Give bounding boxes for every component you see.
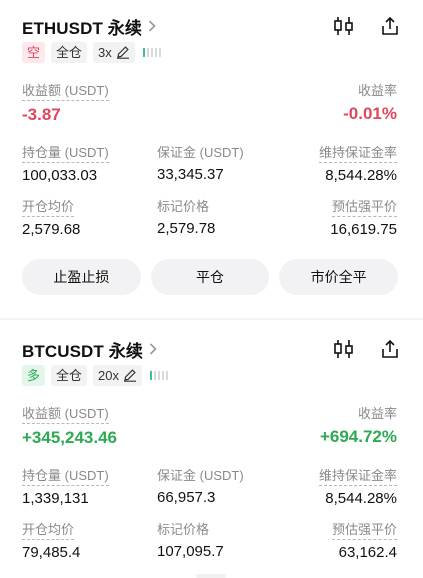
- mark-price-label: 标记价格: [157, 522, 210, 537]
- close-position-button[interactable]: 平仓: [150, 259, 270, 295]
- margin-value: 33,345.37: [157, 166, 224, 183]
- position-card-ethusdt: ETHUSDT 永续 空 全仓 3x 收益额 (USDT) -3.87 收益率 …: [0, 0, 423, 318]
- position-symbol[interactable]: BTCUSDT 永续: [22, 337, 143, 362]
- candlestick-chart-icon[interactable]: [333, 15, 355, 37]
- entry-price-value: 79,485.4: [22, 544, 81, 561]
- leverage-badge[interactable]: 3x: [93, 41, 135, 63]
- position-header: BTCUSDT 永续: [22, 335, 401, 363]
- side-badge: 空: [22, 41, 46, 63]
- market-close-all-button[interactable]: 市价全平: [279, 259, 399, 295]
- entry-price-label[interactable]: 开仓均价: [22, 522, 75, 540]
- risk-level-indicator: [142, 47, 161, 57]
- pnl-label[interactable]: 收益额 (USDT): [22, 83, 109, 101]
- roi-value: +694.72%: [319, 427, 397, 446]
- liq-price-value: 63,162.4: [338, 544, 397, 561]
- position-tags: 多 全仓 20x: [22, 364, 168, 386]
- size-label[interactable]: 持仓量 (USDT): [22, 145, 109, 163]
- liq-price-label[interactable]: 预估强平价: [331, 522, 397, 540]
- margin-mode-badge[interactable]: 全仓: [51, 364, 88, 386]
- margin-value: 66,957.3: [157, 489, 216, 506]
- action-buttons: 止盈止损 平仓 市价全平: [22, 259, 399, 295]
- mmr-value: 8,544.28%: [325, 167, 397, 184]
- edit-pencil-icon: [124, 369, 136, 382]
- candlestick-chart-icon[interactable]: [333, 338, 355, 360]
- margin-label: 保证金 (USDT): [157, 145, 244, 160]
- leverage-value: 20x: [98, 367, 119, 383]
- entry-price-label[interactable]: 开仓均价: [22, 199, 75, 217]
- roi-label: 收益率: [357, 83, 397, 98]
- mark-price-label: 标记价格: [157, 199, 210, 214]
- size-label[interactable]: 持仓量 (USDT): [22, 468, 109, 486]
- risk-level-indicator: [150, 370, 168, 380]
- position-header: ETHUSDT 永续: [22, 12, 401, 40]
- share-icon[interactable]: [379, 15, 401, 37]
- leverage-value: 3x: [98, 44, 112, 60]
- scroll-handle: [196, 574, 226, 578]
- roi-label: 收益率: [357, 406, 397, 421]
- size-value: 100,033.03: [22, 167, 98, 184]
- mmr-value: 8,544.28%: [325, 490, 397, 507]
- position-tags: 空 全仓 3x: [22, 41, 161, 63]
- share-icon[interactable]: [379, 338, 401, 360]
- chevron-right-icon[interactable]: [148, 19, 158, 33]
- liq-price-label[interactable]: 预估强平价: [331, 199, 397, 217]
- mmr-label[interactable]: 维持保证金率: [318, 468, 397, 486]
- margin-label: 保证金 (USDT): [157, 468, 244, 483]
- pnl-value: +345,243.46: [22, 428, 118, 447]
- size-value: 1,339,131: [22, 490, 89, 507]
- chevron-right-icon[interactable]: [149, 342, 159, 356]
- position-symbol[interactable]: ETHUSDT 永续: [22, 14, 142, 39]
- side-badge: 多: [22, 364, 46, 386]
- liq-price-value: 16,619.75: [330, 221, 397, 238]
- roi-value: -0.01%: [343, 104, 397, 123]
- edit-pencil-icon: [116, 46, 129, 59]
- margin-mode-badge[interactable]: 全仓: [51, 41, 88, 63]
- pnl-value: -3.87: [22, 105, 61, 124]
- mmr-label[interactable]: 维持保证金率: [318, 145, 397, 163]
- mark-price-value: 2,579.78: [157, 220, 216, 237]
- pnl-label[interactable]: 收益额 (USDT): [22, 406, 109, 424]
- tp-sl-button[interactable]: 止盈止损: [22, 259, 141, 295]
- entry-price-value: 2,579.68: [22, 221, 81, 238]
- leverage-badge[interactable]: 20x: [93, 364, 142, 386]
- position-card-btcusdt: BTCUSDT 永续 多 全仓 20x 收益额 (USDT) +345,243.…: [0, 320, 423, 578]
- mark-price-value: 107,095.7: [157, 543, 224, 560]
